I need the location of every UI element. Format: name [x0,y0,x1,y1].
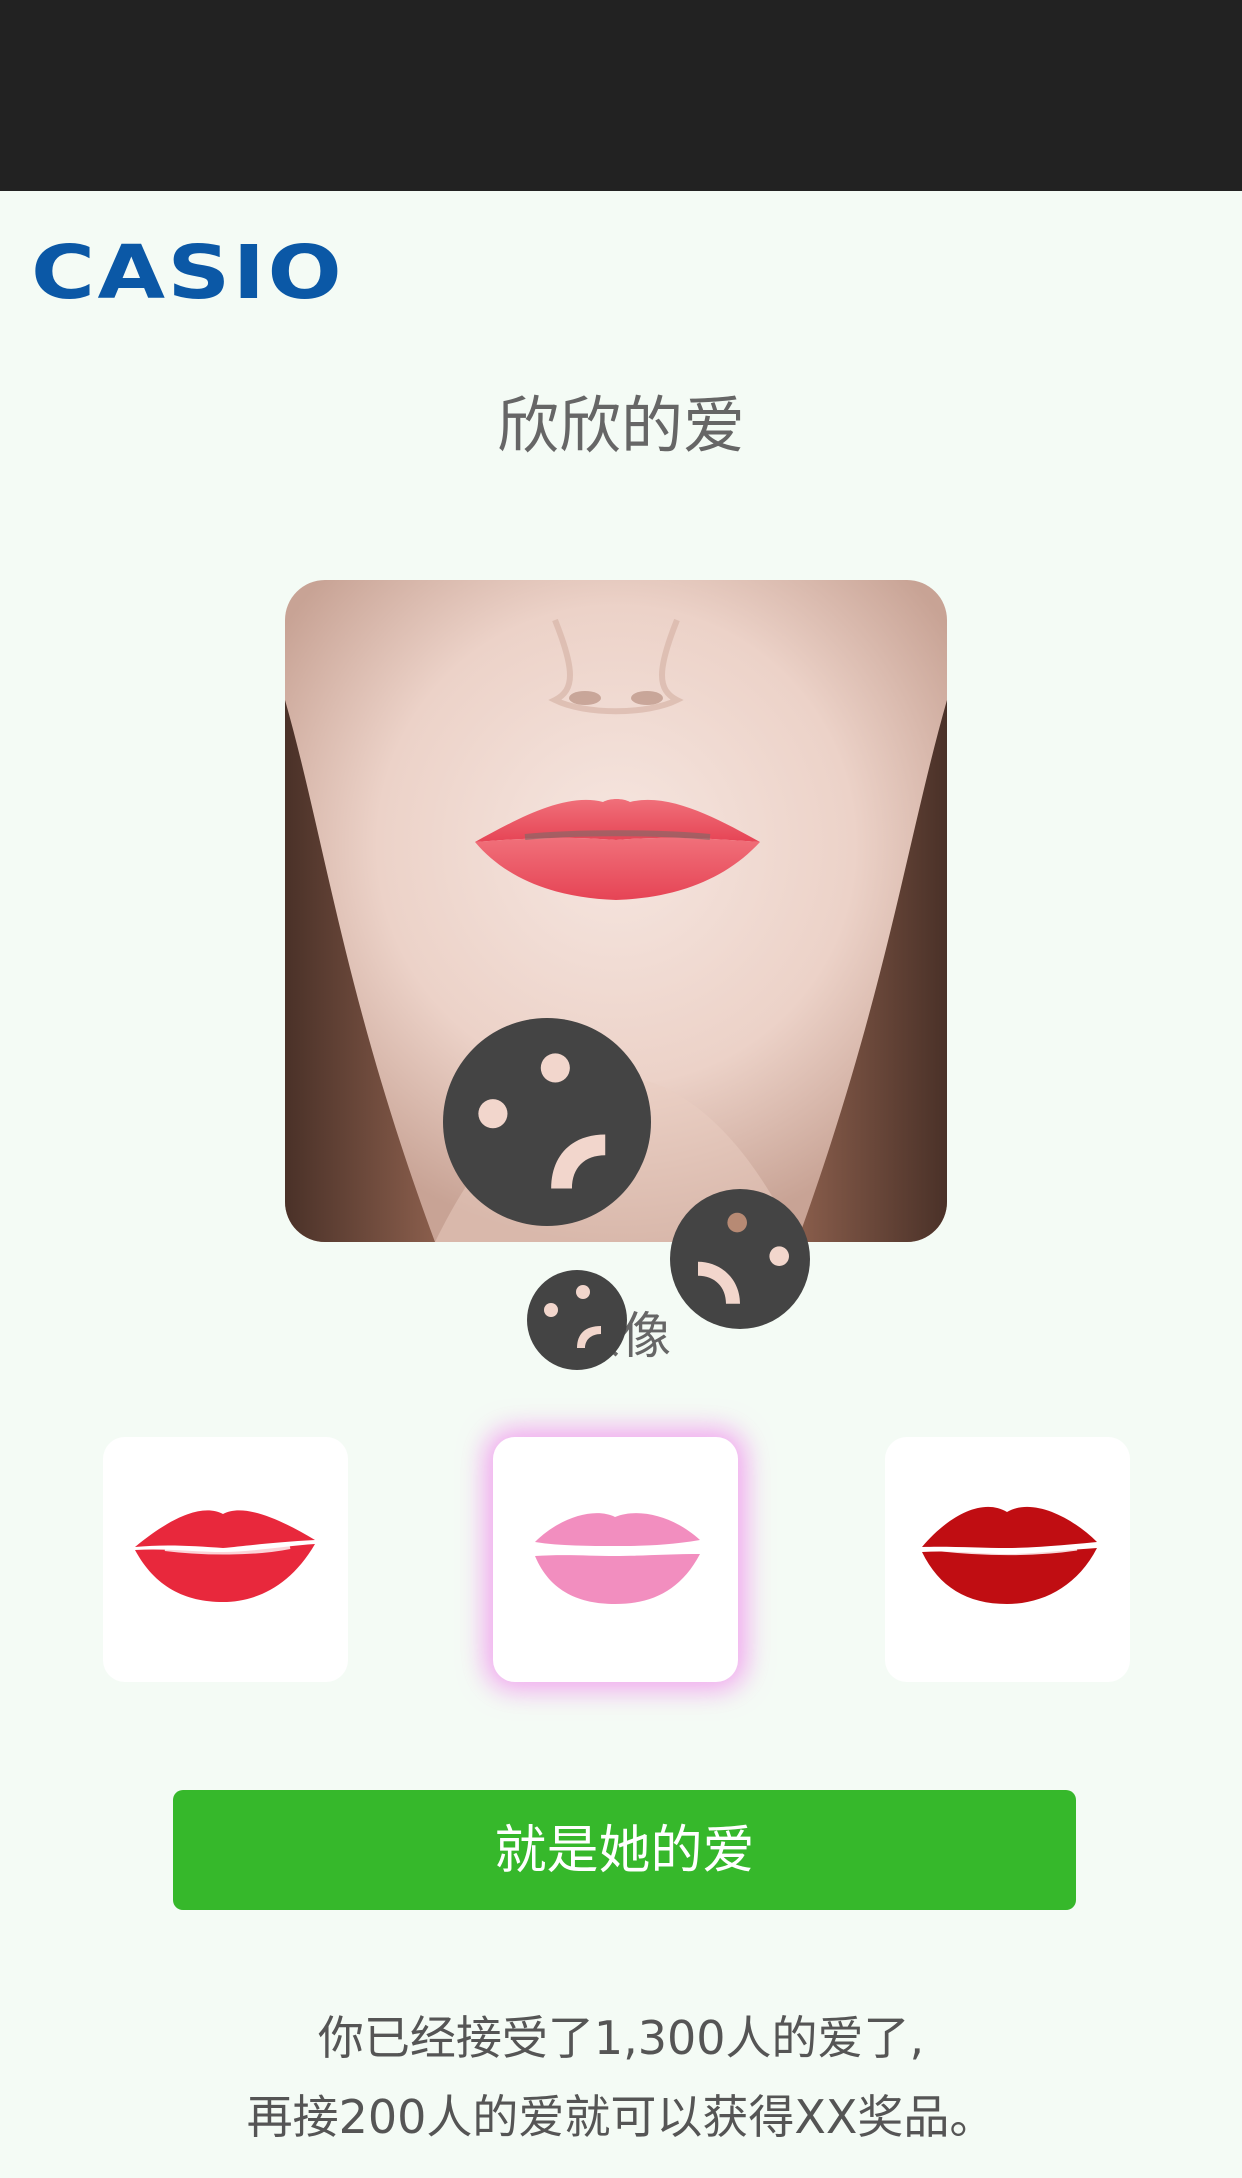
casio-logo: CASIO [31,230,345,316]
info-text-line-2: 再接200人的爱就可以获得XX奖品。 [246,2090,996,2144]
lip-option-pink[interactable] [493,1437,738,1682]
lip-option-dark-red[interactable] [885,1437,1130,1682]
sad-face-icon[interactable] [527,1270,627,1370]
info-text-line-1: 你已经接受了1,300人的爱了, [317,2011,925,2065]
pink-lips-icon [535,1513,700,1604]
confirm-love-button[interactable]: 就是她的爱 [173,1790,1076,1910]
page: CASIO 欣欣的爱 就是她的爱 你已经接受了1,300人的爱了, 再接200人… [0,0,1242,2178]
dark-red-lips-icon [922,1506,1097,1604]
sad-face-icon[interactable] [443,1018,651,1226]
lip-option-red[interactable] [103,1437,348,1682]
status-bar [0,0,1242,191]
page-title: 欣欣的爱 [496,389,745,462]
red-lips-icon [135,1510,315,1602]
